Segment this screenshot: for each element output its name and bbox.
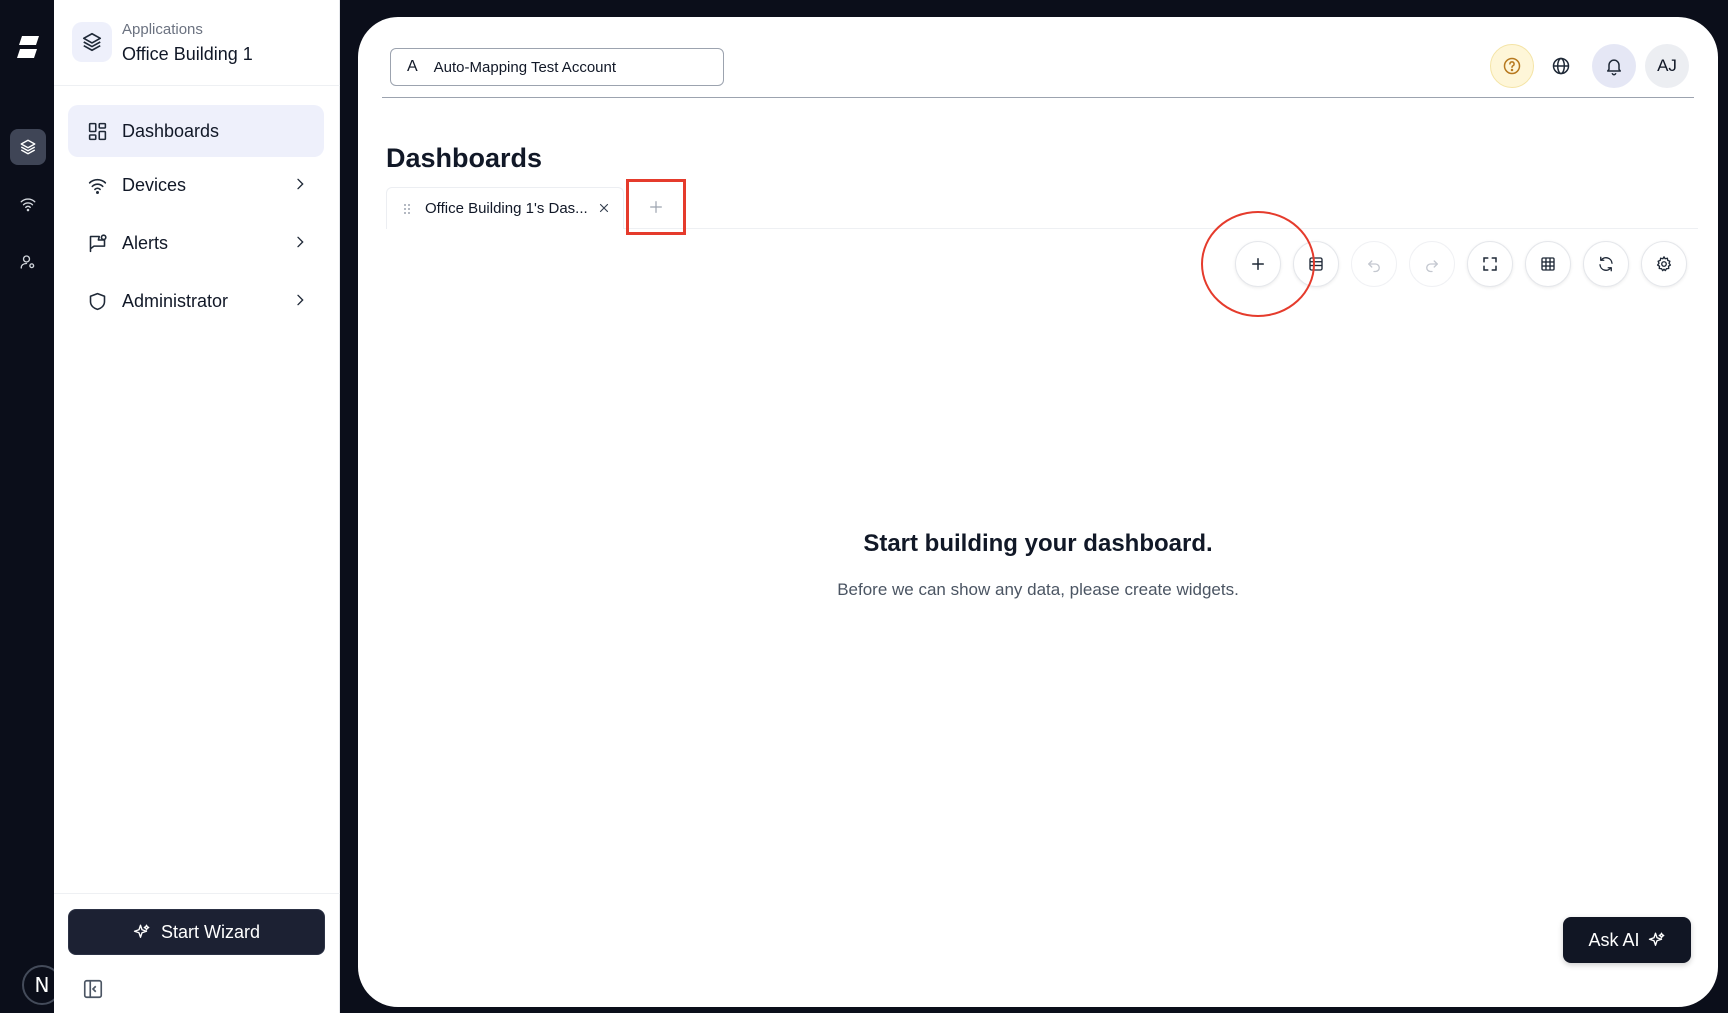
tab-dashboard[interactable]: Office Building 1's Das... (386, 187, 624, 229)
alert-flag-icon (86, 232, 108, 254)
drag-handle-icon[interactable] (403, 203, 411, 215)
header-divider (382, 97, 1694, 98)
app-icon (72, 22, 112, 62)
add-tab-button[interactable] (626, 179, 686, 235)
sidebar-item-administrator[interactable]: Administrator (68, 275, 324, 327)
sparkle-icon (133, 924, 150, 938)
chevron-right-icon (292, 234, 310, 252)
sidebar-item-alerts[interactable]: Alerts (68, 217, 324, 269)
chevron-right-icon (292, 176, 310, 194)
rail-users-button[interactable] (10, 244, 46, 280)
start-wizard-label: Start Wizard (160, 921, 261, 942)
grid-icon (1541, 257, 1555, 271)
empty-state-subtitle: Before we can show any data, please crea… (837, 580, 1239, 599)
chevron-right-icon (292, 292, 310, 310)
plus-icon (1252, 258, 1264, 270)
ask-ai-button[interactable]: Ask AI (1563, 917, 1691, 963)
sparkle-icon (1648, 932, 1664, 946)
app-rail: N (0, 0, 62, 1013)
start-wizard-button[interactable]: Start Wizard (68, 909, 325, 955)
dashboard-grid-icon (86, 120, 108, 142)
sidebar-item-label: Dashboards (122, 120, 220, 141)
fullscreen-button[interactable] (1467, 241, 1513, 287)
refresh-button[interactable] (1583, 241, 1629, 287)
account-name: Auto-Mapping Test Account (433, 58, 617, 76)
list-table-icon (1309, 257, 1323, 271)
sidebar-item-label: Alerts (122, 232, 169, 253)
main-panel: A Auto-Mapping Test Account AJ Dashboard… (358, 17, 1718, 1007)
widget-list-button[interactable] (1293, 241, 1339, 287)
sidebar-item-dashboards[interactable]: Dashboards (68, 105, 324, 157)
tab-label: Office Building 1's Das... (425, 200, 588, 217)
globe-icon (1552, 57, 1570, 75)
account-initial: A (407, 58, 418, 75)
help-button[interactable] (1490, 44, 1534, 88)
bell-icon (1607, 59, 1621, 76)
empty-state-title: Start building your dashboard. (863, 530, 1213, 557)
shield-icon (86, 290, 108, 312)
app-switcher[interactable]: Applications Office Building 1 (54, 0, 340, 86)
sidebar-item-devices[interactable]: Devices (68, 159, 324, 211)
wifi-icon (20, 198, 36, 212)
refresh-icon (1599, 256, 1613, 272)
sidebar-divider (54, 893, 340, 894)
redo-icon (1426, 260, 1438, 273)
sidebar-item-label: Devices (122, 174, 187, 195)
redo-button[interactable] (1409, 241, 1455, 287)
add-widget-button[interactable] (1235, 241, 1281, 287)
undo-icon (1368, 260, 1380, 273)
notifications-button[interactable] (1592, 44, 1636, 88)
rail-applications-button[interactable] (10, 129, 46, 165)
ask-ai-label: Ask AI (1588, 929, 1640, 950)
sidebar-item-label: Administrator (122, 290, 229, 311)
layers-icon (20, 139, 36, 155)
wifi-icon (86, 174, 108, 196)
undo-button[interactable] (1351, 241, 1397, 287)
rail-devices-button[interactable] (10, 186, 46, 222)
sidebar: Applications Office Building 1 Dashboard… (54, 0, 340, 1013)
user-settings-icon (20, 255, 35, 269)
settings-button[interactable] (1641, 241, 1687, 287)
plus-icon (650, 201, 662, 213)
help-icon (1503, 57, 1521, 75)
user-avatar[interactable]: AJ (1645, 44, 1689, 88)
layers-icon (82, 32, 102, 52)
close-icon[interactable] (597, 201, 611, 215)
app-name: Office Building 1 (122, 44, 253, 64)
grid-button[interactable] (1525, 241, 1571, 287)
brand-logo-icon[interactable] (17, 36, 39, 60)
fullscreen-icon (1483, 257, 1497, 271)
gear-icon (1656, 256, 1672, 272)
sidebar-collapse-icon[interactable] (82, 978, 104, 1000)
account-selector[interactable]: A Auto-Mapping Test Account (390, 48, 724, 86)
page-title: Dashboards (386, 143, 543, 173)
language-button[interactable] (1539, 44, 1583, 88)
app-kicker: Applications (122, 21, 203, 38)
